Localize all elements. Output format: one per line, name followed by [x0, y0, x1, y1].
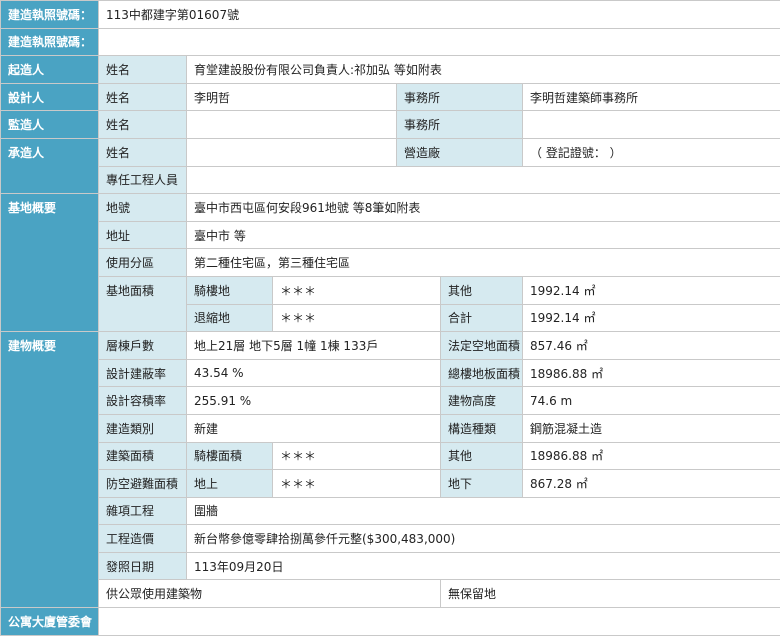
building-floors-label: 層棟戶數 — [98, 331, 187, 360]
engineer-value — [186, 165, 780, 195]
floor-area-value: 18986.88 ㎡ — [522, 358, 780, 388]
arcade-area-label: 騎樓面積 — [186, 441, 273, 471]
permit-number-label: 建造執照號碼： — [0, 0, 99, 29]
designer-section: 設計人 — [0, 82, 99, 112]
site-zoning-value: 第二種住宅區，第三種住宅區 — [186, 248, 780, 277]
site-other-label: 其他 — [440, 275, 523, 305]
designer-office-label: 事務所 — [396, 82, 523, 112]
site-other-value: 1992.14 ㎡ — [522, 275, 780, 305]
floor-area-label: 總樓地板面積 — [440, 358, 523, 388]
supervisor-name-value — [186, 110, 397, 139]
applicant-name-value: 育堂建設股份有限公司負責人:祁加弘 等如附表 — [186, 55, 780, 84]
permit-info-table: 建造執照號碼： 113中都建字第01607號 建造執照號碼： 起造人 姓名 育堂… — [0, 0, 780, 636]
committee-value — [98, 607, 780, 636]
site-lot-label: 地號 — [98, 193, 187, 222]
far-label: 設計容積率 — [98, 386, 187, 415]
build-other-value: 18986.88 ㎡ — [522, 441, 780, 471]
building-floors-value: 地上21層 地下5層 1幢 1棟 133戶 — [186, 331, 441, 360]
issue-date-label: 發照日期 — [98, 551, 187, 581]
applicant-section: 起造人 — [0, 55, 99, 84]
designer-name-value: 李明哲 — [186, 82, 397, 112]
site-arcade-label: 騎樓地 — [186, 275, 273, 305]
open-space-label: 法定空地面積 — [440, 331, 523, 360]
contractor-name-value — [186, 137, 397, 167]
contractor-section: 承造人 — [0, 137, 99, 195]
misc-value: 圍牆 — [186, 496, 780, 526]
issue-date-value: 113年09月20日 — [186, 551, 780, 581]
no-reserve-text: 無保留地 — [440, 579, 780, 609]
site-total-value: 1992.14 ㎡ — [522, 303, 780, 333]
permit-number-value: 113中都建字第01607號 — [98, 0, 780, 29]
site-lot-value: 臺中市西屯區何安段961地號 等8筆如附表 — [186, 193, 780, 222]
shelter-above-label: 地上 — [186, 469, 273, 498]
misc-label: 雜項工程 — [98, 496, 187, 526]
site-arcade-value: ＊＊＊ — [272, 275, 441, 305]
permit-number-label-2: 建造執照號碼： — [0, 27, 99, 57]
building-section: 建物概要 — [0, 331, 99, 609]
build-type-value: 新建 — [186, 413, 441, 443]
public-use-text: 供公眾使用建築物 — [98, 579, 441, 609]
engineer-label: 專任工程人員 — [98, 165, 187, 195]
site-section: 基地概要 — [0, 193, 99, 333]
designer-office-value: 李明哲建築師事務所 — [522, 82, 780, 112]
structure-label: 構造種類 — [440, 413, 523, 443]
structure-value: 鋼筋混凝土造 — [522, 413, 780, 443]
cost-value: 新台幣參億零肆拾捌萬參仟元整($300,483,000) — [186, 524, 780, 553]
shelter-below-label: 地下 — [440, 469, 523, 498]
contractor-factory-value: （ 登記證號： ） — [522, 137, 780, 167]
supervisor-office-label: 事務所 — [396, 110, 523, 139]
site-address-label: 地址 — [98, 220, 187, 250]
build-area-label: 建築面積 — [98, 441, 187, 471]
open-space-value: 857.46 ㎡ — [522, 331, 780, 360]
arcade-area-value: ＊＊＊ — [272, 441, 441, 471]
supervisor-office-value — [522, 110, 780, 139]
supervisor-section: 監造人 — [0, 110, 99, 139]
build-other-label: 其他 — [440, 441, 523, 471]
applicant-name-label: 姓名 — [98, 55, 187, 84]
far-value: 255.91 % — [186, 386, 441, 415]
site-total-label: 合計 — [440, 303, 523, 333]
coverage-label: 設計建蔽率 — [98, 358, 187, 388]
site-setback-label: 退縮地 — [186, 303, 273, 333]
site-address-value: 臺中市 等 — [186, 220, 780, 250]
designer-name-label: 姓名 — [98, 82, 187, 112]
height-label: 建物高度 — [440, 386, 523, 415]
supervisor-name-label: 姓名 — [98, 110, 187, 139]
permit-number-value-2 — [98, 27, 780, 57]
shelter-above-value: ＊＊＊ — [272, 469, 441, 498]
site-zoning-label: 使用分區 — [98, 248, 187, 277]
build-type-label: 建造類別 — [98, 413, 187, 443]
site-area-label: 基地面積 — [98, 275, 187, 333]
shelter-label: 防空避難面積 — [98, 469, 187, 498]
cost-label: 工程造價 — [98, 524, 187, 553]
height-value: 74.6 m — [522, 386, 780, 415]
contractor-factory-label: 營造廠 — [396, 137, 523, 167]
site-setback-value: ＊＊＊ — [272, 303, 441, 333]
contractor-name-label: 姓名 — [98, 137, 187, 167]
committee-section: 公寓大廈管委會 — [0, 607, 99, 636]
shelter-below-value: 867.28 ㎡ — [522, 469, 780, 498]
coverage-value: 43.54 % — [186, 358, 441, 388]
